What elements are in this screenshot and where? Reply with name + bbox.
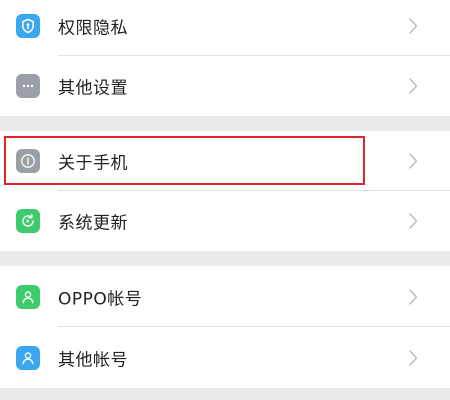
- settings-item-oppo-account[interactable]: OPPO帐号: [0, 266, 450, 327]
- settings-item-system-update[interactable]: 系统更新: [0, 191, 450, 251]
- settings-item-label: 关于手机: [58, 153, 128, 174]
- section-separator: [0, 388, 450, 400]
- settings-item-label: 系统更新: [58, 213, 128, 234]
- settings-page: 权限隐私 其他设置 关于手机 系统更新 OPPO帐号 其他帐号: [0, 0, 450, 400]
- settings-group-accounts: OPPO帐号 其他帐号: [0, 266, 450, 388]
- update-icon: [16, 209, 40, 233]
- chevron-right-icon: [409, 153, 418, 169]
- user-icon: [16, 284, 40, 309]
- info-icon: [16, 149, 40, 173]
- settings-item-label: OPPO帐号: [58, 289, 143, 309]
- chevron-right-icon: [409, 18, 418, 34]
- settings-item-other-settings[interactable]: 其他设置: [0, 56, 450, 116]
- shield-icon: [16, 14, 40, 38]
- settings-group-device: 关于手机 系统更新: [0, 131, 450, 251]
- user-icon: [16, 345, 40, 370]
- settings-item-label: 其他设置: [58, 78, 128, 99]
- chevron-right-icon: [409, 349, 418, 366]
- settings-item-about-phone[interactable]: 关于手机: [0, 131, 450, 191]
- section-separator: [0, 116, 450, 131]
- settings-item-label: 权限隐私: [58, 18, 128, 39]
- chevron-right-icon: [409, 78, 418, 94]
- settings-item-other-accounts[interactable]: 其他帐号: [0, 327, 450, 388]
- more-dots-icon: [16, 74, 40, 98]
- settings-item-privacy[interactable]: 权限隐私: [0, 0, 450, 56]
- chevron-right-icon: [409, 288, 418, 305]
- settings-item-label: 其他帐号: [58, 350, 128, 370]
- chevron-right-icon: [409, 213, 418, 229]
- settings-group-privacy: 权限隐私 其他设置: [0, 0, 450, 116]
- section-separator: [0, 251, 450, 266]
